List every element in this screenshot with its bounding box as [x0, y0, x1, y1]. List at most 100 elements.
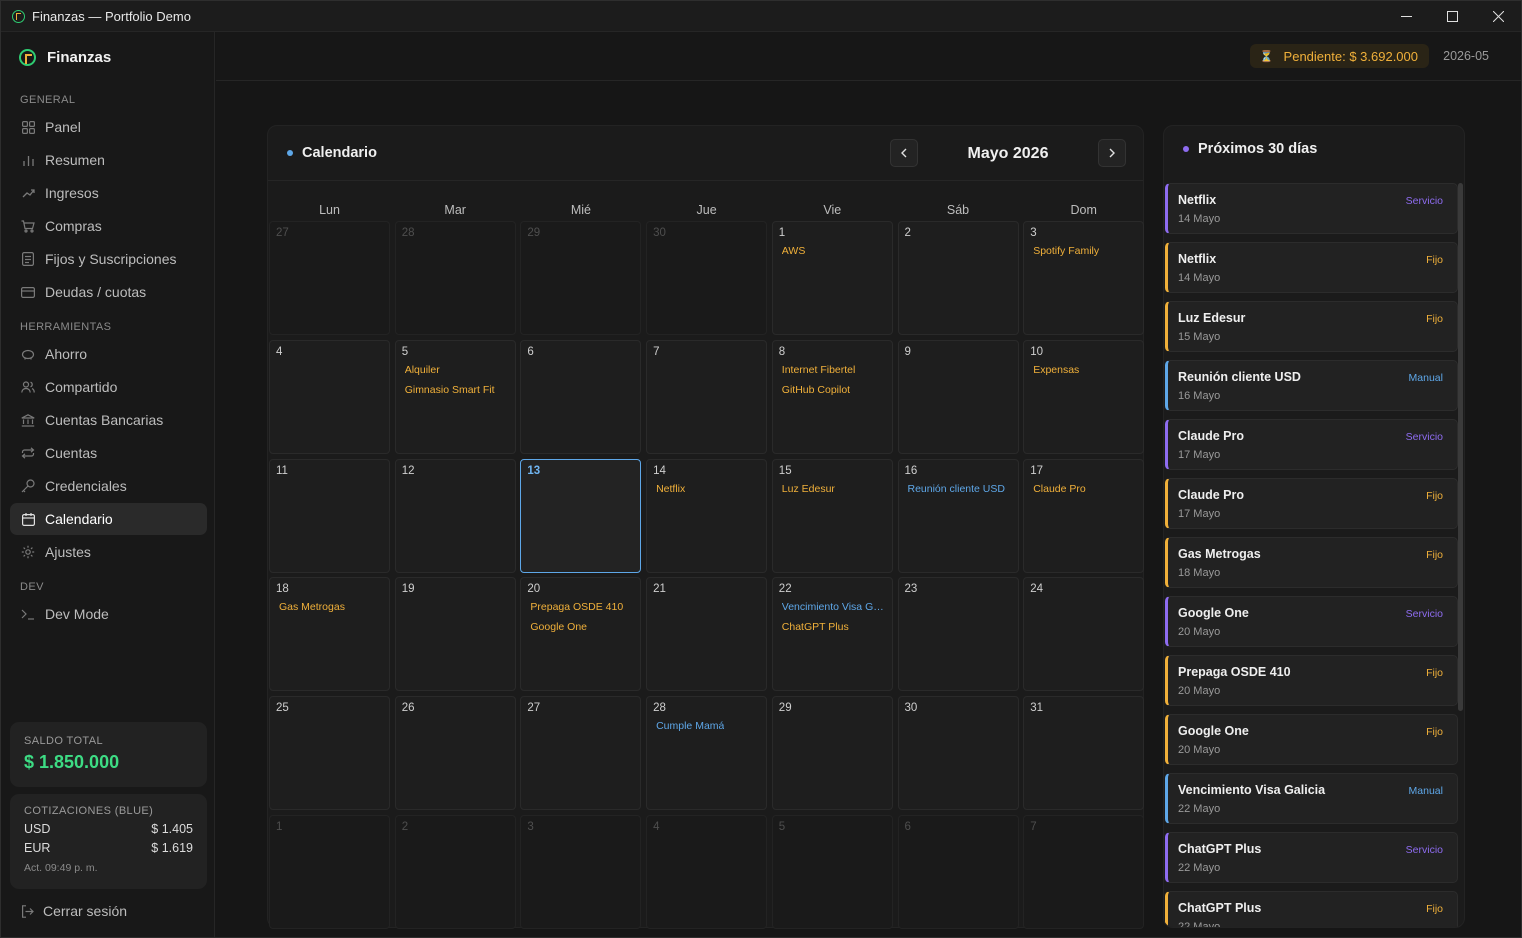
calendar-day[interactable]: 15 Luz Edesur [771, 458, 893, 573]
calendar-day[interactable]: 7 [1023, 815, 1145, 929]
calendar-event[interactable]: Gas Metrogas [279, 601, 345, 613]
calendar-day[interactable]: 3 Spotify Family [1023, 221, 1145, 335]
calendar-event[interactable]: Internet Fibertel [782, 364, 856, 376]
sidebar-item-calendario[interactable]: Calendario [10, 503, 207, 535]
sidebar-item-cuentas-bancarias[interactable]: Cuentas Bancarias [10, 404, 207, 436]
calendar-day[interactable]: 16 Reunión cliente USD [897, 458, 1019, 573]
upcoming-item[interactable]: Prepaga OSDE 410 20 Mayo Fijo [1165, 655, 1458, 706]
calendar-event[interactable]: Claude Pro [1033, 483, 1086, 495]
sidebar-item-credenciales[interactable]: Credenciales [10, 470, 207, 502]
calendar-event[interactable]: Alquiler [405, 364, 440, 376]
calendar-day[interactable]: 30 [897, 696, 1019, 811]
calendar-event[interactable]: Gimnasio Smart Fit [405, 384, 495, 396]
upcoming-item[interactable]: Reunión cliente USD 16 Mayo Manual [1165, 360, 1458, 411]
sidebar-item-fijos[interactable]: Fijos y Suscripciones [10, 243, 207, 275]
close-button[interactable] [1475, 1, 1521, 32]
upcoming-item[interactable]: Google One 20 Mayo Servicio [1165, 596, 1458, 647]
gear-icon [21, 545, 35, 559]
calendar-day[interactable]: 24 [1023, 577, 1145, 692]
calendar-event[interactable]: Vencimiento Visa Gal... [782, 601, 887, 613]
calendar-day[interactable]: 17 Claude Pro [1023, 458, 1145, 573]
calendar-day[interactable]: 9 [897, 339, 1019, 454]
calendar-day[interactable]: 25 [269, 696, 390, 811]
calendar-event[interactable]: AWS [782, 245, 806, 257]
calendar-day[interactable]: 29 [520, 221, 642, 335]
sidebar-item-panel[interactable]: Panel [10, 111, 207, 143]
calendar-day[interactable]: 3 [520, 815, 642, 929]
calendar-day[interactable]: 10 Expensas [1023, 339, 1145, 454]
calendar-day[interactable]: 20 Prepaga OSDE 410 Google One [520, 577, 642, 692]
calendar-day[interactable]: 27 [520, 696, 642, 811]
calendar-event[interactable]: Expensas [1033, 364, 1079, 376]
sidebar-item-dev-mode[interactable]: Dev Mode [10, 598, 207, 630]
calendar-event[interactable]: Cumple Mamá [656, 720, 724, 732]
calendar-day[interactable]: 31 [1023, 696, 1145, 811]
calendar-day[interactable]: 5 Alquiler Gimnasio Smart Fit [394, 339, 516, 454]
upcoming-scrollbar[interactable] [1458, 183, 1463, 711]
calendar-day[interactable]: 30 [646, 221, 768, 335]
calendar-day[interactable]: 6 [897, 815, 1019, 929]
calendar-day[interactable]: 1 AWS [771, 221, 893, 335]
upcoming-item[interactable]: Luz Edesur 15 Mayo Fijo [1165, 301, 1458, 352]
calendar-day[interactable]: 23 [897, 577, 1019, 692]
calendar-day[interactable]: 29 [771, 696, 893, 811]
upcoming-item[interactable]: Netflix 14 Mayo Servicio [1165, 183, 1458, 234]
sidebar-item-ingresos[interactable]: Ingresos [10, 177, 207, 209]
calendar-event[interactable]: Prepaga OSDE 410 [530, 601, 623, 613]
calendar-day[interactable]: 18 Gas Metrogas [269, 577, 390, 692]
calendar-event[interactable]: Netflix [656, 483, 685, 495]
sidebar-item-deudas[interactable]: Deudas / cuotas [10, 276, 207, 308]
calendar-day[interactable]: 7 [646, 339, 768, 454]
calendar-day-today[interactable]: 13 [520, 458, 642, 573]
calendar-day[interactable]: 2 [394, 815, 516, 929]
logout-button[interactable]: Cerrar sesión [20, 903, 127, 919]
sidebar-item-resumen[interactable]: Resumen [10, 144, 207, 176]
next-month-button[interactable] [1098, 139, 1126, 167]
calendar-day[interactable]: 21 [646, 577, 768, 692]
calendar-day[interactable]: 12 [394, 458, 516, 573]
upcoming-item[interactable]: Vencimiento Visa Galicia 22 Mayo Manual [1165, 773, 1458, 824]
calendar-day[interactable]: 27 [269, 221, 390, 335]
sidebar-item-cuentas[interactable]: Cuentas [10, 437, 207, 469]
calendar-day[interactable]: 28 Cumple Mamá [646, 696, 768, 811]
sidebar-item-compras[interactable]: Compras [10, 210, 207, 242]
sidebar-item-label: Resumen [45, 152, 105, 168]
upcoming-item-tag: Manual [1408, 785, 1443, 797]
calendar-day[interactable]: 8 Internet Fibertel GitHub Copilot [771, 339, 893, 454]
calendar-day[interactable]: 28 [394, 221, 516, 335]
calendar-event[interactable]: Luz Edesur [782, 483, 835, 495]
calendar-day[interactable]: 14 Netflix [646, 458, 768, 573]
calendar-day[interactable]: 19 [394, 577, 516, 692]
calendar-event[interactable]: ChatGPT Plus [782, 621, 849, 633]
upcoming-item[interactable]: Claude Pro 17 Mayo Servicio [1165, 419, 1458, 470]
calendar-event[interactable]: Spotify Family [1033, 245, 1099, 257]
calendar-day[interactable]: 4 [269, 339, 390, 454]
prev-month-button[interactable] [890, 139, 918, 167]
upcoming-item[interactable]: Claude Pro 17 Mayo Fijo [1165, 478, 1458, 529]
maximize-button[interactable] [1429, 1, 1475, 32]
calendar-day[interactable]: 22 Vencimiento Visa Gal... ChatGPT Plus [771, 577, 893, 692]
calendar-day[interactable]: 1 [269, 815, 390, 929]
calendar-day[interactable]: 4 [646, 815, 768, 929]
calendar-day[interactable]: 11 [269, 458, 390, 573]
upcoming-item[interactable]: Netflix 14 Mayo Fijo [1165, 242, 1458, 293]
calendar-event[interactable]: GitHub Copilot [782, 384, 850, 396]
calendar-event[interactable]: Reunión cliente USD [908, 483, 1005, 495]
brand[interactable]: Finanzas [19, 49, 111, 66]
minimize-button[interactable] [1383, 1, 1429, 32]
sidebar-item-compartido[interactable]: Compartido [10, 371, 207, 403]
sidebar-item-ajustes[interactable]: Ajustes [10, 536, 207, 568]
upcoming-item[interactable]: Gas Metrogas 18 Mayo Fijo [1165, 537, 1458, 588]
calendar-day[interactable]: 2 [897, 221, 1019, 335]
calendar-event[interactable]: Google One [530, 621, 587, 633]
sidebar-item-label: Compras [45, 218, 102, 234]
upcoming-item[interactable]: ChatGPT Plus 22 Mayo Servicio [1165, 832, 1458, 883]
upcoming-item[interactable]: Google One 20 Mayo Fijo [1165, 714, 1458, 765]
calendar-day[interactable]: 5 [771, 815, 893, 929]
calendar-day[interactable]: 6 [520, 339, 642, 454]
repeat-icon [21, 446, 35, 460]
upcoming-item[interactable]: ChatGPT Plus 22 Mayo Fijo [1165, 891, 1458, 927]
sidebar-item-ahorro[interactable]: Ahorro [10, 338, 207, 370]
calendar-day[interactable]: 26 [394, 696, 516, 811]
pending-badge[interactable]: ⏳ Pendiente: $ 3.692.000 [1249, 44, 1429, 68]
